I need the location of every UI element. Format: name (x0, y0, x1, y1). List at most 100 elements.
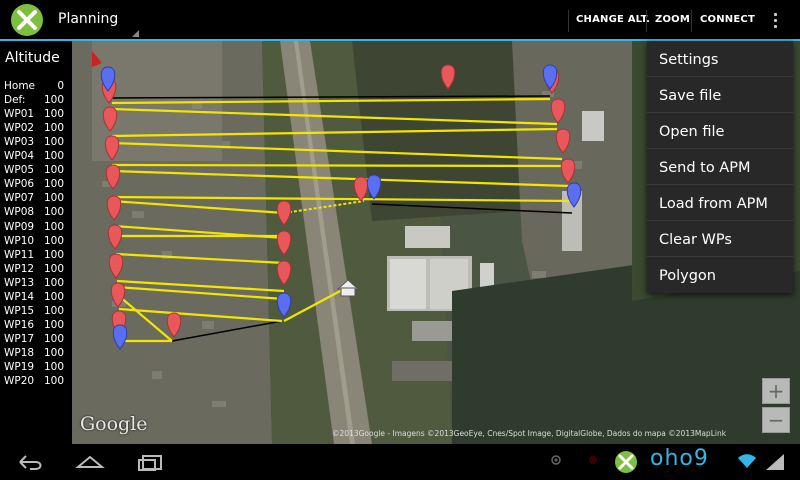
altitude-row: WP11 100 (4, 249, 68, 263)
map-copyright: ©2013Google - Imagens ©2013GeoEye, Cnes/… (332, 429, 727, 438)
altitude-row-label: WP05 (4, 164, 35, 177)
divider (568, 10, 569, 32)
altitude-row-value: 100 (43, 318, 64, 331)
altitude-row: WP04 100 (4, 150, 68, 164)
altitude-row-value: 100 (43, 346, 64, 359)
altitude-row: WP09 100 (4, 221, 68, 235)
altitude-row: WP14 100 (4, 291, 68, 305)
altitude-row-value: 100 (43, 220, 64, 233)
divider (691, 10, 692, 32)
menu-item-save-file[interactable]: Save file (647, 77, 793, 113)
altitude-row: WP15 100 (4, 305, 68, 319)
back-icon[interactable] (16, 452, 44, 472)
overflow-menu: Settings Save file Open file Send to APM… (647, 41, 793, 293)
altitude-row-label: WP09 (4, 220, 35, 233)
altitude-row: WP07 100 (4, 192, 68, 206)
altitude-row-label: WP14 (4, 290, 35, 303)
home-icon[interactable] (75, 452, 105, 472)
altitude-row-value: 0 (57, 80, 64, 92)
altitude-panel: Altitude Home 0 Def: 100 WP01 100 WP02 100 WP03 1… (0, 41, 72, 444)
divider (646, 10, 647, 32)
altitude-row: Def: 100 (4, 94, 68, 108)
altitude-row-label: WP07 (4, 192, 35, 205)
zoom-button[interactable]: ZOOM (655, 14, 690, 25)
altitude-row: WP20 100 (4, 375, 68, 389)
altitude-title: Altitude (5, 50, 60, 66)
altitude-row: WP16 100 (4, 319, 68, 333)
menu-item-polygon[interactable]: Polygon (647, 257, 793, 293)
altitude-row-label: WP18 (4, 346, 35, 359)
altitude-row-value: 100 (43, 304, 64, 317)
altitude-row-label: WP15 (4, 304, 35, 317)
altitude-row-value: 100 (43, 375, 64, 388)
altitude-row: WP01 100 (4, 108, 68, 122)
action-bar: Planning CHANGE ALT. ZOOM CONNECT (0, 0, 800, 41)
menu-item-clear-wps[interactable]: Clear WPs (647, 221, 793, 257)
altitude-row: WP17 100 (4, 333, 68, 347)
altitude-row-label: WP17 (4, 332, 35, 345)
altitude-row-value: 100 (43, 361, 64, 373)
altitude-row-label: WP08 (4, 206, 35, 219)
recent-apps-icon[interactable] (137, 452, 165, 472)
altitude-row-value: 100 (43, 206, 64, 219)
altitude-row: WP08 100 (4, 206, 68, 220)
signal-icon (766, 454, 784, 470)
altitude-row: WP10 100 (4, 235, 68, 249)
notification-icon (589, 456, 597, 464)
altitude-row-value: 100 (43, 276, 64, 289)
altitude-row: WP12 100 (4, 263, 68, 277)
altitude-row-label: WP12 (4, 262, 35, 275)
google-watermark: Google (80, 413, 148, 435)
altitude-row-value: 100 (43, 94, 64, 107)
altitude-row-value: 100 (43, 262, 64, 275)
altitude-row-label: WP06 (4, 178, 35, 191)
altitude-row-label: WP16 (4, 318, 35, 331)
altitude-row-label: WP11 (4, 248, 35, 261)
altitude-row-label: WP02 (4, 122, 35, 135)
altitude-row-value: 100 (43, 234, 64, 247)
altitude-row: Home 0 (4, 80, 68, 94)
zoom-in-button[interactable]: + (762, 378, 790, 404)
altitude-row: WP18 100 (4, 347, 68, 361)
altitude-row-value: 100 (43, 122, 64, 135)
zoom-out-button[interactable]: − (762, 407, 790, 433)
screen-title[interactable]: Planning (58, 11, 118, 27)
overflow-menu-icon[interactable] (766, 11, 786, 31)
menu-item-settings[interactable]: Settings (647, 41, 793, 77)
altitude-row-value: 100 (43, 248, 64, 261)
altitude-row-label: WP01 (4, 108, 35, 121)
altitude-row-label: WP04 (4, 150, 35, 163)
menu-item-send-to-apm[interactable]: Send to APM (647, 149, 793, 185)
altitude-row-value: 100 (43, 150, 64, 163)
title-dropdown-indicator (132, 30, 139, 37)
altitude-row: WP06 100 (4, 178, 68, 192)
menu-item-open-file[interactable]: Open file (647, 113, 793, 149)
altitude-row-label: Home (4, 80, 36, 92)
altitude-row: WP05 100 (4, 164, 68, 178)
app-logo-icon[interactable] (11, 4, 43, 36)
altitude-row-label: WP10 (4, 234, 35, 247)
wifi-icon (738, 454, 756, 468)
altitude-row-value: 100 (43, 332, 64, 345)
altitude-row-value: 100 (43, 192, 64, 205)
altitude-row-label: WP19 (4, 361, 35, 373)
altitude-row-label: WP20 (4, 375, 35, 388)
altitude-row-value: 100 (43, 136, 64, 149)
altitude-row: WP19 100 (4, 361, 68, 375)
menu-item-load-from-apm[interactable]: Load from APM (647, 185, 793, 221)
altitude-row: WP13 100 (4, 277, 68, 291)
altitude-row-value: 100 (43, 178, 64, 191)
altitude-row-value: 100 (43, 108, 64, 121)
altitude-row-label: WP13 (4, 276, 35, 289)
status-clock: oho9 (650, 446, 709, 471)
gps-icon (551, 455, 561, 465)
altitude-row: WP02 100 (4, 122, 68, 136)
altitude-row-value: 100 (43, 290, 64, 303)
app-status-icon (615, 451, 637, 473)
change-altitude-button[interactable]: CHANGE ALT. (576, 14, 650, 25)
altitude-row-label: Def: (4, 94, 26, 107)
altitude-row-label: WP03 (4, 136, 35, 149)
altitude-row: WP03 100 (4, 136, 68, 150)
connect-button[interactable]: CONNECT (700, 14, 755, 25)
altitude-row-value: 100 (43, 164, 64, 177)
